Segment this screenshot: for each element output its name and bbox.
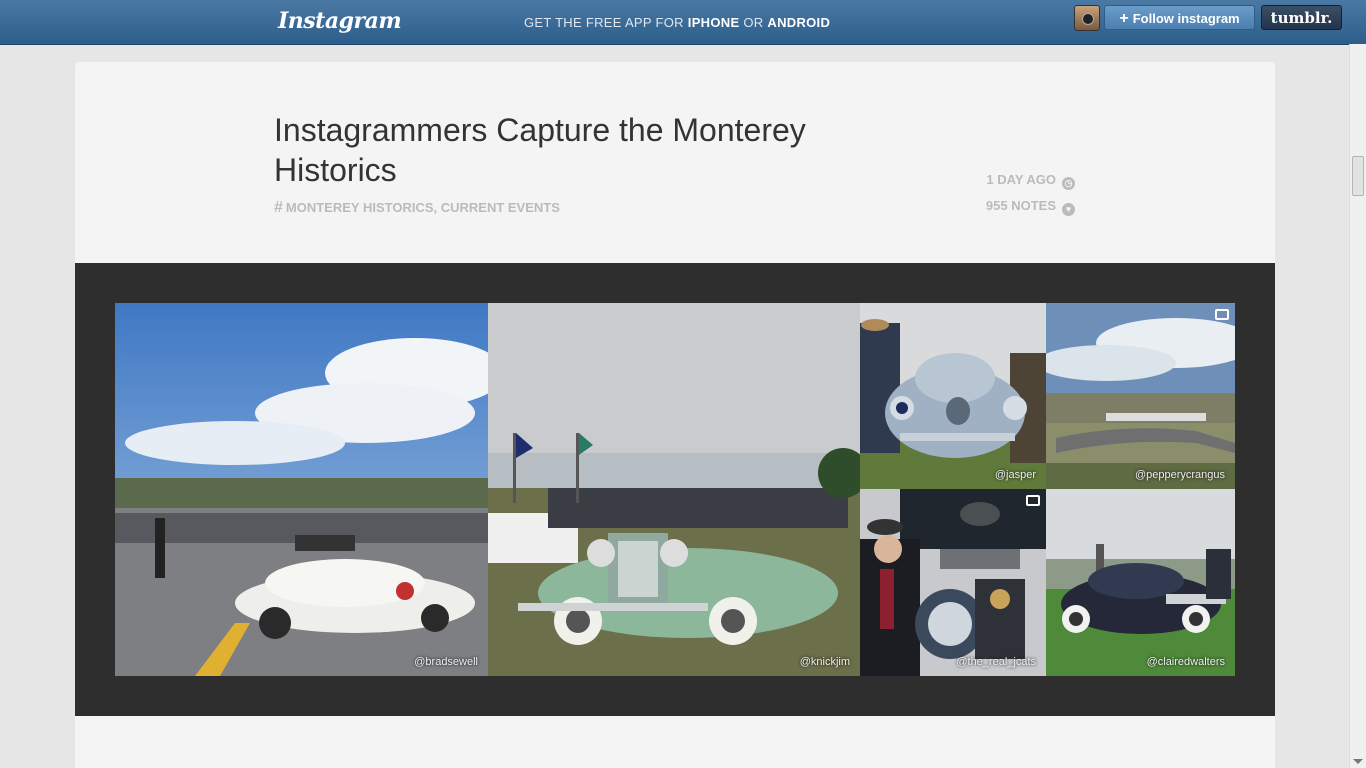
gallery-photo-5[interactable]: @the_real_jcats [860,489,1046,676]
tag-links[interactable]: MONTEREY HISTORICS, CURRENT EVENTS [286,200,560,215]
hashtag-icon: # [274,199,283,216]
gallery-photo-3[interactable]: @jasper [860,303,1046,489]
notes-label: 955 NOTES [985,198,1056,213]
photo-3-image [860,303,1046,489]
gallery-photo-1[interactable]: @bradsewell [115,303,488,676]
post-card: Instagrammers Capture the Monterey Histo… [75,62,1275,768]
photo-5-image [860,489,1046,676]
instagram-logo[interactable]: Instagram [278,8,402,34]
post-tags: # MONTEREY HISTORICS, CURRENT EVENTS [274,199,560,217]
photo-5-credit[interactable]: @the_real_jcats [956,656,1036,668]
gallery-photo-2[interactable]: @knickjim [488,303,860,676]
heart-icon: ♥ [1062,203,1075,216]
promo-iphone-link[interactable]: IPHONE [688,15,740,30]
photo-1-image [115,303,488,676]
clock-icon: ◷ [1062,177,1075,190]
top-bar: Instagram GET THE FREE APP FOR IPHONE OR… [0,0,1366,45]
promo-android-link[interactable]: ANDROID [767,15,830,30]
post-title[interactable]: Instagrammers Capture the Monterey Histo… [274,110,924,190]
tumblr-button[interactable]: tumblr. [1261,5,1342,30]
post-time[interactable]: 1 DAY AGO ◷ [986,172,1075,190]
plus-icon: + [1119,10,1129,27]
promo-or: OR [739,15,768,30]
follow-label: Follow instagram [1132,11,1240,26]
camera-icon [1026,495,1040,506]
gallery-photo-6[interactable]: @clairedwalters [1046,489,1235,676]
camera-icon [1215,309,1229,320]
app-promo[interactable]: GET THE FREE APP FOR IPHONE OR ANDROID [524,15,830,30]
blog-avatar-icon[interactable] [1074,5,1100,31]
post-notes[interactable]: 955 NOTES ♥ [986,198,1075,216]
photo-1-credit[interactable]: @bradsewell [414,656,478,668]
follow-button[interactable]: + Follow instagram [1104,5,1255,30]
scroll-down-arrow-icon[interactable] [1353,759,1363,764]
scrollbar[interactable] [1349,44,1366,768]
photo-3-credit[interactable]: @jasper [995,469,1036,481]
promo-prefix: GET THE FREE APP FOR [524,15,688,30]
photo-gallery: @bradsewell @knickjim @jasper @pepperycr… [75,263,1275,716]
gallery-photo-4[interactable]: @pepperycrangus [1046,303,1235,489]
photo-2-credit[interactable]: @knickjim [800,656,850,668]
photo-4-credit[interactable]: @pepperycrangus [1135,469,1225,481]
time-label: 1 DAY AGO [986,172,1056,187]
photo-2-image [488,303,860,676]
scroll-thumb[interactable] [1352,156,1364,196]
photo-4-image [1046,303,1235,489]
photo-6-credit[interactable]: @clairedwalters [1147,656,1225,668]
photo-6-image [1046,489,1235,676]
